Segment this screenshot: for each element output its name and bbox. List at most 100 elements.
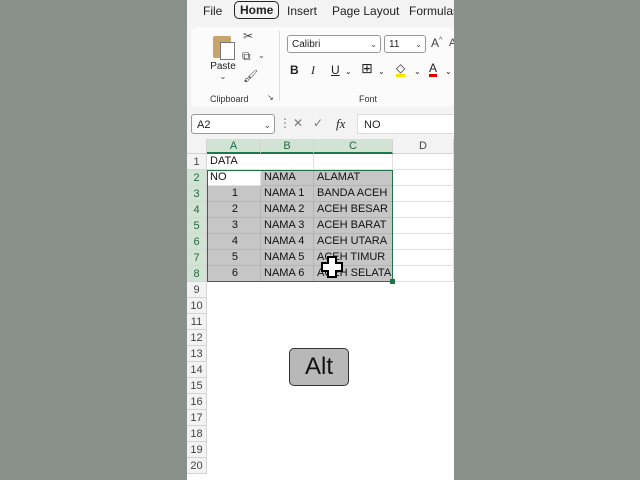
cell-b8[interactable]: NAMA 6 bbox=[261, 266, 314, 282]
shrink-font-icon[interactable]: A bbox=[449, 37, 454, 49]
font-size-select[interactable]: 11 ⌄ bbox=[384, 35, 426, 53]
column-header-c[interactable]: C bbox=[314, 139, 393, 154]
font-color-chevron-down-icon[interactable]: ⌄ bbox=[445, 67, 452, 76]
worksheet-grid: A B C D 1 2 3 4 5 6 7 8 9 10 11 12 13 14… bbox=[187, 139, 454, 480]
row-header[interactable]: 7 bbox=[187, 250, 207, 266]
cell-d8[interactable] bbox=[393, 266, 454, 282]
row-header[interactable]: 18 bbox=[187, 426, 207, 442]
cell-a2[interactable]: NO bbox=[207, 170, 261, 186]
enter-icon[interactable]: ✓ bbox=[313, 116, 323, 130]
chevron-down-icon: ⌄ bbox=[263, 120, 271, 130]
cell-c4[interactable]: ACEH BESAR bbox=[314, 202, 393, 218]
chevron-down-icon: ⌄ bbox=[415, 40, 422, 49]
bold-button[interactable]: B bbox=[290, 63, 299, 77]
column-header-b[interactable]: B bbox=[261, 139, 314, 154]
underline-button[interactable]: U bbox=[331, 63, 340, 77]
font-color-icon[interactable]: A bbox=[429, 61, 438, 77]
excel-window: File Home Insert Page Layout Formulas Pa… bbox=[187, 0, 454, 480]
row-header[interactable]: 14 bbox=[187, 362, 207, 378]
font-name-value: Calibri bbox=[292, 39, 321, 50]
cell-c5[interactable]: ACEH BARAT bbox=[314, 218, 393, 234]
row-header[interactable]: 1 bbox=[187, 154, 207, 170]
cell-d4[interactable] bbox=[393, 202, 454, 218]
row-header[interactable]: 12 bbox=[187, 330, 207, 346]
fill-handle[interactable] bbox=[390, 279, 395, 284]
row-header[interactable]: 3 bbox=[187, 186, 207, 202]
cell-c1[interactable] bbox=[314, 154, 393, 170]
cell-a1[interactable]: DATA bbox=[207, 154, 261, 170]
cell-a3[interactable]: 1 bbox=[207, 186, 261, 202]
cut-icon[interactable]: ✂ bbox=[243, 29, 253, 43]
borders-chevron-down-icon[interactable]: ⌄ bbox=[378, 67, 385, 76]
row-header[interactable]: 5 bbox=[187, 218, 207, 234]
cell-a8[interactable]: 6 bbox=[207, 266, 261, 282]
row-header[interactable]: 17 bbox=[187, 410, 207, 426]
column-header-d[interactable]: D bbox=[393, 139, 454, 154]
fill-color-icon[interactable]: ◇ bbox=[396, 61, 406, 77]
tab-formulas[interactable]: Formulas bbox=[409, 4, 454, 18]
cell-b3[interactable]: NAMA 1 bbox=[261, 186, 314, 202]
cell-b4[interactable]: NAMA 2 bbox=[261, 202, 314, 218]
cell-c3[interactable]: BANDA ACEH bbox=[314, 186, 393, 202]
cell-b6[interactable]: NAMA 4 bbox=[261, 234, 314, 250]
cell-d2[interactable] bbox=[393, 170, 454, 186]
borders-icon[interactable]: ⊞ bbox=[361, 60, 373, 77]
tab-insert[interactable]: Insert bbox=[287, 4, 317, 18]
font-name-select[interactable]: Calibri ⌄ bbox=[287, 35, 381, 53]
ribbon-tabs: File Home Insert Page Layout Formulas bbox=[187, 0, 454, 25]
row-header[interactable]: 11 bbox=[187, 314, 207, 330]
tab-home[interactable]: Home bbox=[234, 1, 280, 19]
chevron-down-icon[interactable]: ⌄ bbox=[207, 72, 239, 81]
italic-button[interactable]: I bbox=[311, 63, 315, 78]
row-header[interactable]: 19 bbox=[187, 442, 207, 458]
row-header[interactable]: 20 bbox=[187, 458, 207, 474]
paste-button[interactable]: Paste ⌄ bbox=[207, 33, 239, 81]
select-all-corner[interactable] bbox=[187, 139, 207, 154]
format-painter-icon[interactable]: 🖌 bbox=[243, 69, 258, 83]
row-header[interactable]: 2 bbox=[187, 170, 207, 186]
tab-file[interactable]: File bbox=[203, 4, 222, 18]
cell-cursor-icon bbox=[321, 256, 343, 278]
cancel-icon[interactable]: ✕ bbox=[293, 116, 303, 130]
row-header[interactable]: 16 bbox=[187, 394, 207, 410]
underline-chevron-down-icon[interactable]: ⌄ bbox=[345, 67, 352, 76]
copy-icon[interactable]: ⧉ bbox=[242, 49, 251, 64]
insert-function-button[interactable]: fx bbox=[336, 116, 345, 132]
cell-a4[interactable]: 2 bbox=[207, 202, 261, 218]
formula-value: NO bbox=[364, 119, 381, 131]
formula-bar: A2 ⌄ ⋮ ✕ ✓ fx NO bbox=[191, 114, 454, 134]
row-header[interactable]: 4 bbox=[187, 202, 207, 218]
cell-b2[interactable]: NAMA bbox=[261, 170, 314, 186]
row-header[interactable]: 13 bbox=[187, 346, 207, 362]
cell-c2[interactable]: ALAMAT bbox=[314, 170, 393, 186]
row-header[interactable]: 8 bbox=[187, 266, 207, 282]
cell-d1[interactable] bbox=[393, 154, 454, 170]
font-group-label: Font bbox=[359, 94, 378, 104]
cell-c6[interactable]: ACEH UTARA bbox=[314, 234, 393, 250]
cell-a6[interactable]: 4 bbox=[207, 234, 261, 250]
cell-d3[interactable] bbox=[393, 186, 454, 202]
chevron-down-icon: ⌄ bbox=[370, 40, 377, 49]
cell-b7[interactable]: NAMA 5 bbox=[261, 250, 314, 266]
row-header[interactable]: 10 bbox=[187, 298, 207, 314]
paste-label: Paste bbox=[210, 61, 236, 72]
more-options-icon[interactable]: ⋮ bbox=[279, 116, 291, 130]
cell-d6[interactable] bbox=[393, 234, 454, 250]
column-header-a[interactable]: A bbox=[207, 139, 261, 154]
row-header[interactable]: 9 bbox=[187, 282, 207, 298]
tab-page-layout[interactable]: Page Layout bbox=[332, 4, 399, 18]
grow-font-icon[interactable]: A^ bbox=[431, 36, 442, 50]
row-header[interactable]: 6 bbox=[187, 234, 207, 250]
cell-a5[interactable]: 3 bbox=[207, 218, 261, 234]
fill-chevron-down-icon[interactable]: ⌄ bbox=[414, 67, 421, 76]
copy-chevron-down-icon[interactable]: ⌄ bbox=[258, 51, 265, 60]
cell-a7[interactable]: 5 bbox=[207, 250, 261, 266]
cell-d7[interactable] bbox=[393, 250, 454, 266]
formula-input[interactable]: NO bbox=[357, 114, 454, 134]
row-header[interactable]: 15 bbox=[187, 378, 207, 394]
cell-d5[interactable] bbox=[393, 218, 454, 234]
cell-b1[interactable] bbox=[261, 154, 314, 170]
name-box[interactable]: A2 ⌄ bbox=[191, 114, 275, 134]
cell-b5[interactable]: NAMA 3 bbox=[261, 218, 314, 234]
clipboard-launcher-icon[interactable]: ↘ bbox=[267, 93, 274, 102]
